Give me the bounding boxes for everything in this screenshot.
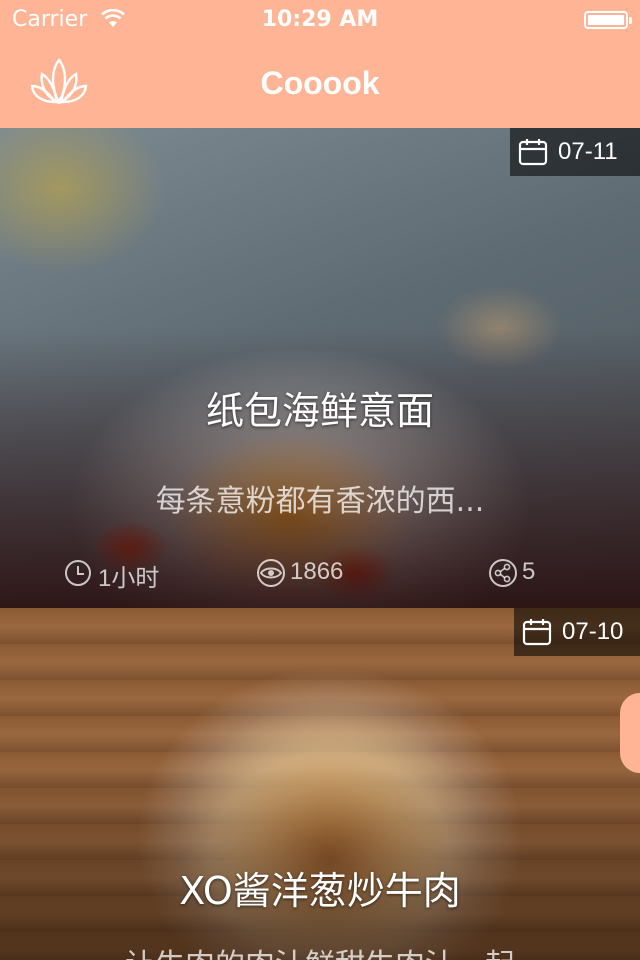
views-value: 1866 (290, 558, 344, 585)
status-time: 10:29 AM (261, 7, 379, 32)
recipe-date: 07-11 (558, 138, 618, 165)
clock-icon (65, 560, 91, 586)
cook-time-value: 1小时 (98, 565, 160, 592)
floating-action-button[interactable] (620, 693, 640, 773)
date-badge: 07-11 (510, 128, 640, 176)
nav-bar: Cooook (0, 40, 640, 128)
recipe-description: 每条意粉都有香浓的西... (155, 484, 485, 519)
date-badge: 07-10 (514, 608, 640, 656)
eye-icon (257, 559, 285, 587)
recipe-title: XO酱洋葱炒牛肉 (179, 869, 461, 913)
calendar-icon (522, 619, 552, 646)
battery-icon (584, 11, 632, 29)
status-bar: Carrier 10:29 AM (0, 0, 640, 40)
recipe-card[interactable]: 07-11 纸包海鲜意面 每条意粉都有香浓的西... 1小时 1866 5 (0, 128, 640, 608)
recipe-title: 纸包海鲜意面 (205, 389, 434, 433)
shares-value: 5 (522, 558, 536, 585)
recipe-card[interactable]: 07-10 XO酱洋葱炒牛肉 让牛肉的肉汁鲜甜牛肉汁一起 (0, 608, 640, 960)
recipe-date: 07-10 (562, 618, 624, 645)
share-icon (489, 559, 517, 587)
nav-title: Cooook (260, 65, 380, 101)
recipe-description: 让牛肉的肉汁鲜甜牛肉汁一起 (0, 940, 640, 960)
calendar-icon (518, 139, 548, 166)
